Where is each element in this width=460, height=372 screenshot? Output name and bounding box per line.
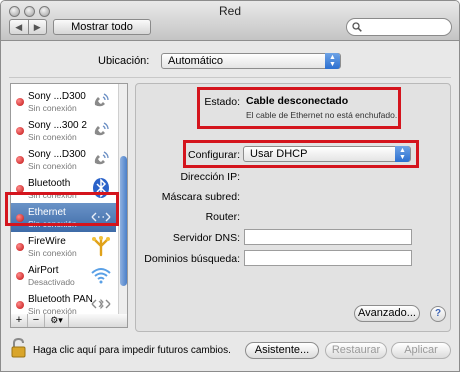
service-item-sony-2[interactable]: Sony ...300 2 Sin conexión bbox=[11, 116, 116, 145]
search-icon bbox=[352, 22, 362, 35]
phone-icon bbox=[90, 148, 112, 170]
subnet-mask-label: Máscara subred: bbox=[161, 191, 240, 203]
status-dot bbox=[16, 243, 24, 251]
back-icon[interactable]: ◀ bbox=[10, 20, 28, 34]
lock-text: Haga clic aquí para impedir futuros camb… bbox=[33, 345, 231, 356]
status-dot bbox=[16, 272, 24, 280]
revert-button[interactable]: Restaurar bbox=[325, 342, 387, 359]
assistant-button[interactable]: Asistente... bbox=[245, 342, 319, 359]
firewire-icon bbox=[90, 235, 112, 257]
service-name: FireWire bbox=[28, 236, 66, 247]
window-title: Red bbox=[218, 4, 241, 18]
location-label: Ubicación: bbox=[98, 55, 150, 67]
status-dot bbox=[16, 98, 24, 106]
dns-server-label: Servidor DNS: bbox=[172, 232, 240, 244]
service-name: Sony ...D300 bbox=[28, 91, 86, 102]
title-bar: Red ◀ ▶ Mostrar todo bbox=[1, 1, 459, 41]
configure-highlight-box bbox=[183, 140, 419, 168]
service-item-sony-1[interactable]: Sony ...D300 Sin conexión bbox=[11, 87, 116, 116]
add-service-button[interactable]: + bbox=[11, 314, 28, 327]
service-item-airport[interactable]: AirPort Desactivado bbox=[11, 261, 116, 290]
service-item-firewire[interactable]: FireWire Sin conexión bbox=[11, 232, 116, 261]
status-highlight-box bbox=[197, 87, 401, 129]
ethernet-highlight-box bbox=[5, 192, 119, 226]
service-status: Sin conexión bbox=[28, 161, 77, 171]
lock-icon[interactable] bbox=[10, 337, 28, 358]
service-name: Bluetooth bbox=[28, 178, 71, 189]
router-label: Router: bbox=[205, 211, 240, 223]
status-dot bbox=[16, 127, 24, 135]
gear-menu-button[interactable]: ⚙▾ bbox=[45, 314, 69, 327]
show-all-button[interactable]: Mostrar todo bbox=[53, 19, 151, 35]
apply-button[interactable]: Aplicar bbox=[391, 342, 451, 359]
phone-icon bbox=[90, 119, 112, 141]
service-name: Sony ...D300 bbox=[28, 149, 86, 160]
location-popup[interactable]: Automático ▲ ▼ bbox=[161, 53, 341, 69]
separator bbox=[9, 77, 451, 78]
help-button[interactable]: ? bbox=[430, 306, 446, 322]
forward-icon[interactable]: ▶ bbox=[27, 20, 47, 34]
phone-icon bbox=[90, 90, 112, 112]
advanced-button[interactable]: Avanzado... bbox=[354, 305, 420, 322]
service-status: Sin conexión bbox=[28, 132, 77, 142]
service-item-bluetooth-pan[interactable]: Bluetooth PAN Sin conexión bbox=[11, 290, 116, 314]
service-status: Desactivado bbox=[28, 277, 75, 287]
status-dot bbox=[16, 156, 24, 164]
service-item-sony-3[interactable]: Sony ...D300 Sin conexión bbox=[11, 145, 116, 174]
dns-server-field[interactable] bbox=[244, 229, 412, 245]
scroll-thumb[interactable] bbox=[120, 156, 127, 286]
service-status: Sin conexión bbox=[28, 103, 77, 113]
search-domains-field[interactable] bbox=[244, 250, 412, 266]
ip-address-label: Dirección IP: bbox=[180, 171, 240, 183]
service-list-scrollbar[interactable] bbox=[118, 84, 127, 314]
back-forward-control: ◀ ▶ bbox=[9, 19, 47, 35]
popup-arrows-icon: ▲ ▼ bbox=[325, 53, 340, 69]
service-name: AirPort bbox=[28, 265, 59, 276]
service-name: Bluetooth PAN bbox=[28, 294, 93, 305]
service-list-buttons: + − ⚙▾ bbox=[10, 314, 128, 328]
network-preferences-window: Red ◀ ▶ Mostrar todo Ubicación: Automáti… bbox=[0, 0, 460, 372]
location-value: Automático bbox=[168, 55, 224, 67]
search-domains-label: Dominios búsqueda: bbox=[144, 253, 240, 265]
search-field[interactable] bbox=[346, 18, 452, 36]
remove-service-button[interactable]: − bbox=[28, 314, 45, 327]
service-name: Sony ...300 2 bbox=[28, 120, 87, 131]
bluetooth-pan-icon bbox=[90, 293, 112, 314]
wifi-icon bbox=[90, 264, 112, 286]
status-dot bbox=[16, 301, 24, 309]
service-status: Sin conexión bbox=[28, 248, 77, 258]
